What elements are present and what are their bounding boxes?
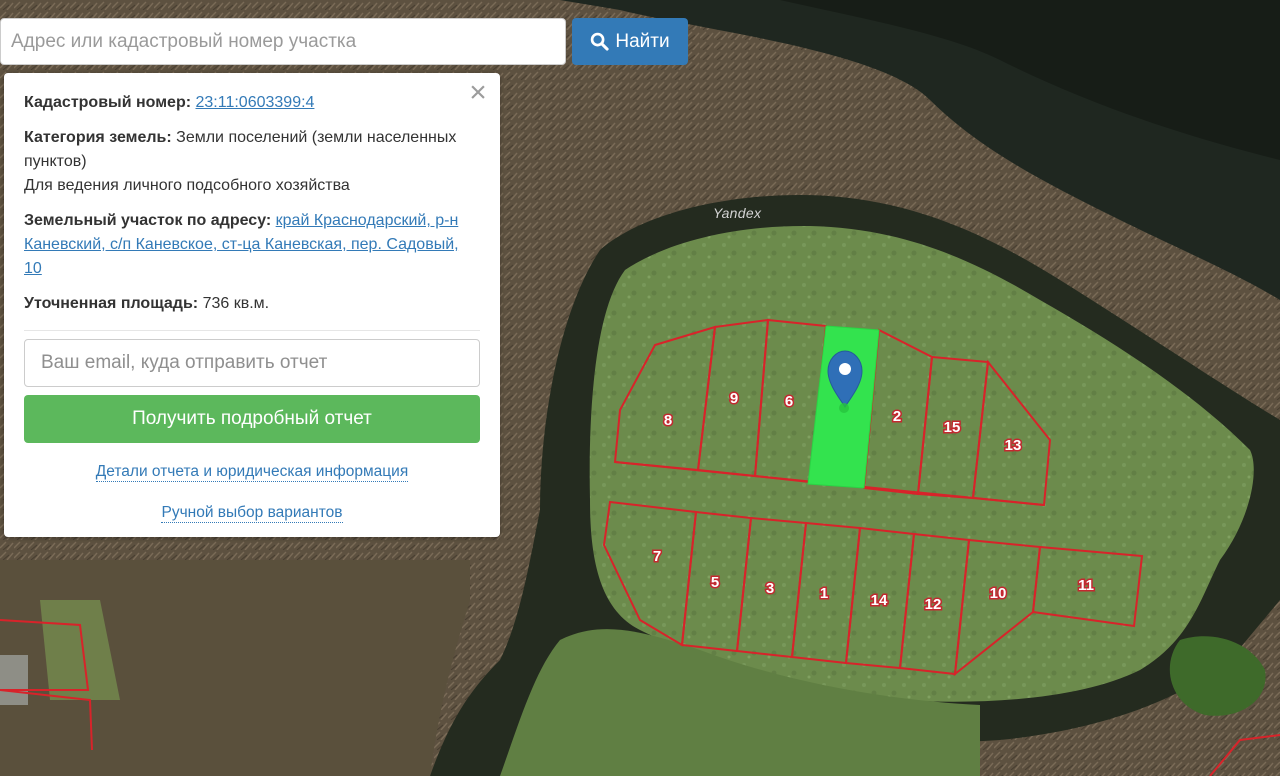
parcel-label-10: 10	[990, 585, 1007, 602]
get-report-button[interactable]: Получить подробный отчет	[24, 395, 480, 443]
search-icon	[591, 32, 610, 51]
area-label: Уточненная площадь:	[24, 295, 199, 312]
close-icon[interactable]: ×	[466, 78, 490, 108]
area-row: Уточненная площадь: 736 кв.м.	[24, 292, 480, 316]
category-row: Категория земель: Земли поселений (земли…	[24, 126, 480, 198]
area-value: 736 кв.м.	[202, 295, 270, 312]
parcel-label-6: 6	[785, 393, 793, 410]
search-button-label: Найти	[615, 30, 670, 52]
address-label: Земельный участок по адресу:	[24, 212, 272, 229]
parcel-label-3: 3	[766, 580, 774, 597]
parcel-label-15: 15	[944, 419, 961, 436]
email-field[interactable]	[24, 339, 480, 387]
parcel-label-11: 11	[1078, 577, 1094, 594]
parcel-label-5: 5	[711, 574, 719, 591]
report-details-link[interactable]: Детали отчета и юридическая информация	[95, 463, 409, 482]
search-button[interactable]: Найти	[572, 18, 688, 65]
parcel-label-1: 1	[820, 585, 828, 602]
address-row: Земельный участок по адресу: край Красно…	[24, 209, 480, 281]
cadastral-label: Кадастровый номер:	[24, 94, 192, 111]
search-input[interactable]	[0, 18, 566, 65]
parcel-label-7: 7	[653, 548, 661, 565]
parcel-label-12: 12	[925, 596, 942, 613]
parcel-label-13: 13	[1005, 437, 1022, 454]
parcel-info-panel: × Кадастровый номер: 23:11:0603399:4 Кат…	[4, 73, 500, 537]
cadastral-number-link[interactable]: 23:11:0603399:4	[196, 94, 315, 111]
manual-selection-link[interactable]: Ручной выбор вариантов	[161, 504, 343, 523]
parcel-label-2: 2	[893, 408, 901, 425]
usage-value: Для ведения личного подсобного хозяйства	[24, 177, 350, 194]
yandex-watermark: Yandex	[713, 205, 762, 221]
parcel-label-9: 9	[730, 390, 738, 407]
cadastral-row: Кадастровый номер: 23:11:0603399:4	[24, 91, 480, 115]
parcel-label-14: 14	[871, 592, 888, 609]
category-label: Категория земель:	[24, 129, 172, 146]
parcel-label-8: 8	[664, 412, 672, 429]
divider	[24, 330, 480, 331]
